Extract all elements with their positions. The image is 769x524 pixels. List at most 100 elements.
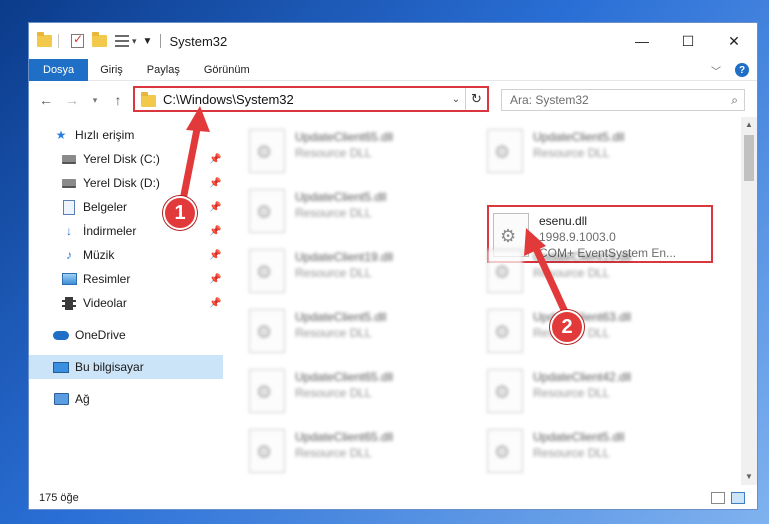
file-name: UpdateClient65.dll (295, 130, 394, 144)
file-type: Resource DLL (295, 326, 372, 340)
pin-icon[interactable]: 📌 (209, 298, 221, 309)
sidebar-item-label: OneDrive (75, 328, 126, 342)
file-type: Resource DLL (295, 446, 372, 460)
help-icon[interactable]: ? (735, 63, 749, 77)
pin-icon[interactable]: 📌 (209, 202, 221, 213)
file-type: Resource DLL (295, 206, 372, 220)
file-version: 1998.9.1003.0 (539, 230, 616, 244)
dll-file-icon: ⚙ (249, 369, 285, 413)
sidebar-item-network[interactable]: Ağ (29, 387, 223, 411)
vertical-scrollbar[interactable]: ▲ ▼ (741, 117, 757, 485)
tab-home[interactable]: Giriş (88, 59, 135, 81)
list-item[interactable]: ⚙ UpdateClient19.dll Resource DLL (249, 245, 469, 299)
sidebar-item-local-disk-d[interactable]: Yerel Disk (D:) 📌 (29, 171, 223, 195)
scroll-up-icon[interactable]: ▲ (741, 117, 757, 133)
refresh-icon[interactable]: ↻ (465, 88, 487, 110)
search-icon[interactable]: ⌕ (731, 93, 738, 108)
details-view-icon[interactable] (711, 492, 725, 504)
sidebar-item-onedrive[interactable]: OneDrive (29, 323, 223, 347)
gear-icon: ⚙ (494, 262, 511, 282)
chevron-down-icon[interactable]: ⌄ (447, 94, 465, 105)
pin-icon[interactable]: 📌 (209, 154, 221, 165)
minimize-icon[interactable]: — (619, 23, 665, 59)
search-input[interactable]: Ara: System32 (510, 93, 731, 107)
sidebar-item-label: Bu bilgisayar (75, 360, 144, 374)
sidebar-item-label: Belgeler (83, 200, 128, 214)
ribbon-right: ﹀ ? (711, 59, 749, 81)
sidebar-item-music[interactable]: ♪ Müzik 📌 (29, 243, 223, 267)
customize-toolbar-icon[interactable]: ▼ (143, 36, 153, 47)
tiles-view-icon[interactable] (731, 492, 745, 504)
gear-icon: ⚙ (500, 226, 517, 246)
close-icon[interactable]: ✕ (711, 23, 757, 59)
sidebar-item-local-disk-c[interactable]: Yerel Disk (C:) 📌 (29, 147, 223, 171)
list-item[interactable]: ⚙ UpdateClient19.dll Resource DLL (487, 245, 707, 299)
sidebar-item-pictures[interactable]: Resimler 📌 (29, 267, 223, 291)
back-arrow-icon[interactable]: ← (37, 92, 55, 108)
drive-icon (61, 175, 77, 191)
list-item[interactable]: ⚙ UpdateClient65.dll Resource DLL (249, 365, 469, 419)
file-list: ⚙ UpdateClient65.dll Resource DLL ⚙ Updat… (225, 117, 743, 485)
address-bar[interactable]: C:\Windows\System32 ⌄ ↻ (133, 86, 489, 112)
list-item[interactable]: ⚙ UpdateClient65.dll Resource DLL (249, 425, 469, 479)
file-name: UpdateClient5.dll (295, 310, 387, 324)
gear-icon: ⚙ (494, 142, 511, 162)
pictures-icon (61, 271, 77, 287)
gear-icon: ⚙ (256, 202, 273, 222)
file-type: Resource DLL (295, 266, 372, 280)
maximize-icon[interactable]: ☐ (665, 23, 711, 59)
computer-icon (53, 359, 69, 375)
pin-icon[interactable]: 📌 (209, 274, 221, 285)
file-name: UpdateClient65.dll (295, 430, 394, 444)
folder-icon (141, 91, 156, 107)
documents-icon (61, 199, 77, 215)
dll-file-icon: ⚙ (249, 189, 285, 233)
view-switcher (705, 492, 745, 504)
dll-file-icon: ⚙ (249, 309, 285, 353)
file-name: UpdateClient19.dll (533, 250, 632, 264)
pin-icon[interactable]: 📌 (209, 178, 221, 189)
expand-ribbon-icon[interactable]: ﹀ (711, 63, 721, 78)
scroll-down-icon[interactable]: ▼ (741, 469, 757, 485)
sidebar-item-label: Resimler (83, 272, 131, 286)
sidebar-item-label: Müzik (83, 248, 115, 262)
scroll-thumb[interactable] (744, 135, 754, 181)
toolbar-divider (58, 34, 59, 48)
file-name: esenu.dll (539, 214, 588, 228)
sidebar-item-this-pc[interactable]: Bu bilgisayar (29, 355, 223, 379)
recent-locations-icon[interactable]: ▾ (89, 95, 101, 106)
list-item[interactable]: ⚙ UpdateClient5.dll Resource DLL (487, 425, 707, 479)
list-item[interactable]: ⚙ UpdateClient5.dll Resource DLL (249, 185, 469, 239)
pin-icon[interactable]: 📌 (209, 226, 221, 237)
list-item[interactable]: ⚙ UpdateClient65.dll Resource DLL (249, 125, 469, 179)
pin-icon[interactable]: 📌 (209, 250, 221, 261)
tab-share[interactable]: Paylaş (135, 59, 192, 81)
forward-arrow-icon[interactable]: → (63, 92, 81, 108)
sidebar-item-videos[interactable]: Videolar 📌 (29, 291, 223, 315)
file-name: UpdateClient5.dll (533, 430, 625, 444)
properties-icon[interactable] (71, 32, 84, 48)
gear-icon: ⚙ (494, 442, 511, 462)
sidebar-item-label: Yerel Disk (D:) (83, 176, 160, 190)
star-icon: ★ (55, 128, 67, 142)
list-item[interactable]: ⚙ UpdateClient42.dll Resource DLL (487, 365, 707, 419)
tab-view[interactable]: Görünüm (192, 59, 262, 81)
chevron-down-icon[interactable]: ▾ (132, 36, 137, 47)
sidebar-item-quick-access[interactable]: ★ Hızlı erişim (29, 123, 223, 147)
navigation-bar: ← → ▾ ↑ C:\Windows\System32 ⌄ ↻ Ara: Sys… (29, 83, 757, 117)
address-path[interactable]: C:\Windows\System32 (163, 92, 447, 107)
new-folder-icon[interactable] (92, 32, 107, 47)
up-arrow-icon[interactable]: ↑ (109, 92, 127, 108)
view-options-icon[interactable] (115, 35, 129, 47)
list-item[interactable]: ⚙ UpdateClient63.dllResource DLL (487, 305, 707, 359)
file-type: Resource DLL (533, 386, 610, 400)
search-box[interactable]: Ara: System32 ⌕ (501, 89, 745, 111)
callout-marker-1: 1 (163, 196, 197, 230)
list-item[interactable]: ⚙ UpdateClient5.dll Resource DLL (487, 125, 707, 179)
list-item[interactable]: ⚙ UpdateClient5.dll Resource DLL (249, 305, 469, 359)
file-type: Resource DLL (533, 446, 610, 460)
tab-file[interactable]: Dosya (29, 58, 89, 81)
sidebar-item-label: Yerel Disk (C:) (83, 152, 160, 166)
